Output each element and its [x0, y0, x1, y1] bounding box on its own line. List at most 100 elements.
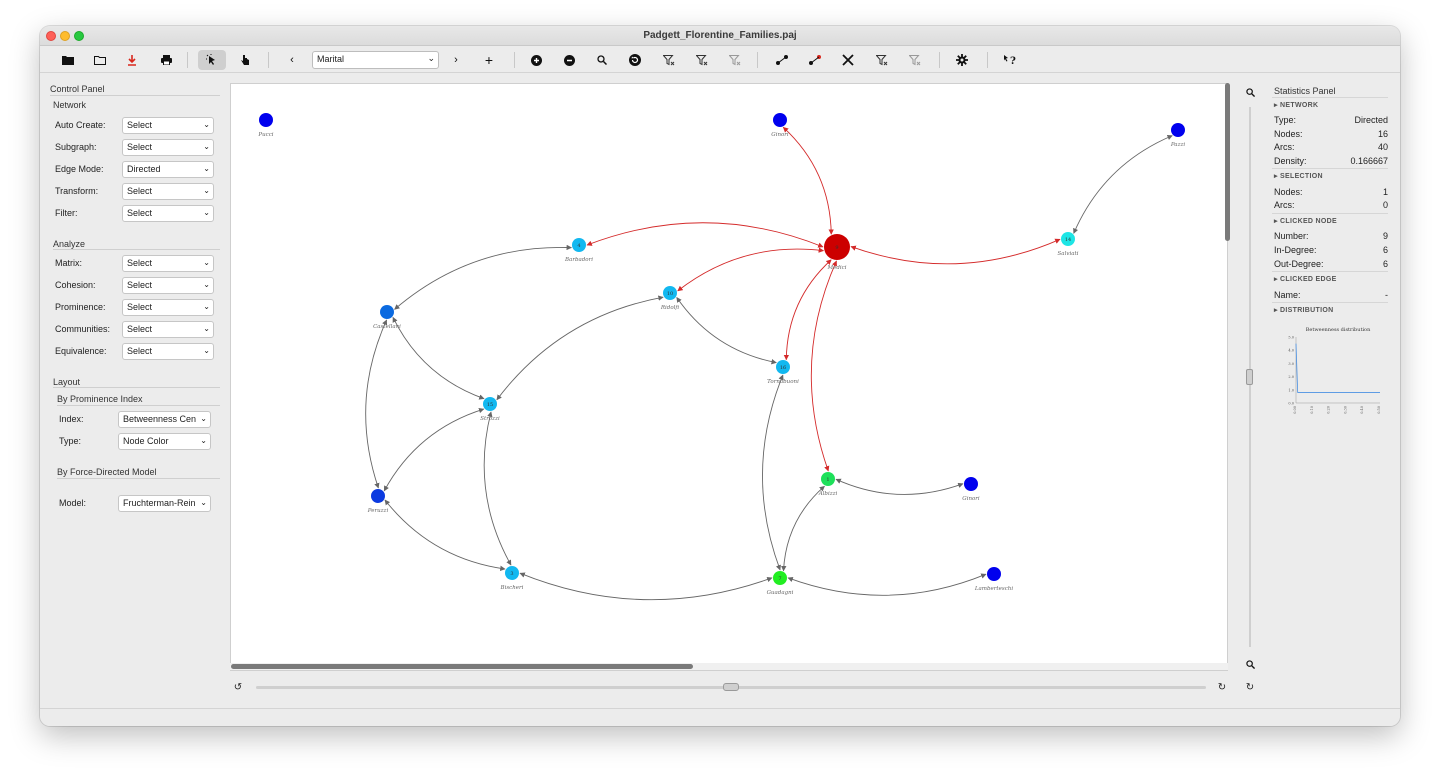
- chevron-down-icon: ⌄: [200, 414, 207, 423]
- graph-node[interactable]: Ginori: [771, 113, 789, 138]
- filter-icon[interactable]: [690, 50, 714, 70]
- open-folder-icon[interactable]: [88, 50, 112, 70]
- graph-edge[interactable]: [586, 222, 824, 248]
- print-icon[interactable]: [154, 50, 178, 70]
- graph-edge[interactable]: [835, 478, 964, 495]
- equivalence-select[interactable]: Select ⌄: [122, 343, 214, 360]
- rotate-left-icon[interactable]: ↺: [231, 680, 245, 694]
- graph-edge[interactable]: [1073, 135, 1173, 234]
- graph-edge[interactable]: [850, 238, 1061, 265]
- communities-select[interactable]: Select ⌄: [122, 321, 214, 338]
- model-select[interactable]: Fruchterman-Rein ⌄: [118, 495, 211, 512]
- graph-node[interactable]: 16 Tornabuoni: [767, 360, 799, 385]
- filter-icon[interactable]: [723, 50, 747, 70]
- search-icon[interactable]: [590, 50, 614, 70]
- graph-node[interactable]: 14 Salviati: [1058, 232, 1079, 257]
- graph-node-circle[interactable]: [1171, 123, 1185, 137]
- rotate-icon[interactable]: [623, 50, 647, 70]
- graph-edge[interactable]: [782, 126, 834, 235]
- graph-edge[interactable]: [383, 407, 485, 492]
- zoom-slider-knob[interactable]: [1246, 369, 1253, 385]
- canvas-vertical-scrollbar[interactable]: [1225, 83, 1231, 671]
- graph-canvas[interactable]: Pucci Ginori Pazzi 9 Medici 4 Barbadori 14 Salvi…: [230, 83, 1228, 671]
- relation-select[interactable]: Marital ⌄: [312, 51, 439, 69]
- graph-edge[interactable]: [365, 319, 388, 489]
- chevron-down-icon: ⌄: [203, 142, 210, 151]
- graph-node[interactable]: Pucci: [257, 113, 274, 138]
- matrix-select[interactable]: Select ⌄: [122, 255, 214, 272]
- prominence-select[interactable]: Select ⌄: [122, 299, 214, 316]
- filter-icon[interactable]: [870, 50, 894, 70]
- download-icon[interactable]: [120, 50, 144, 70]
- graph-edge[interactable]: [392, 316, 485, 400]
- canvas-horizontal-scrollbar[interactable]: [230, 663, 1228, 670]
- graph-node-circle[interactable]: [259, 113, 273, 127]
- filter-select[interactable]: Select ⌄: [122, 205, 214, 222]
- edge-icon[interactable]: [770, 50, 794, 70]
- chevron-left-icon[interactable]: ‹: [280, 50, 304, 70]
- graph-node[interactable]: Castellani: [373, 305, 401, 330]
- graph-edge[interactable]: [496, 295, 664, 401]
- subgraph-select[interactable]: Select ⌄: [122, 139, 214, 156]
- transform-select[interactable]: Select ⌄: [122, 183, 214, 200]
- filter-icon[interactable]: [903, 50, 927, 70]
- graph-edge[interactable]: [394, 244, 572, 310]
- type-select[interactable]: Node Color ⌄: [118, 433, 211, 450]
- graph-node[interactable]: 4 Barbadori: [564, 238, 593, 263]
- graph-node[interactable]: 3 Bischeri: [500, 566, 524, 591]
- selection-arcs-value: 0: [1382, 200, 1388, 210]
- vertical-scroll-thumb[interactable]: [1225, 83, 1230, 241]
- chevron-right-icon[interactable]: ›: [444, 50, 468, 70]
- graph-edge[interactable]: [519, 572, 773, 601]
- zoom-out-icon[interactable]: [557, 50, 581, 70]
- graph-node-number: 10: [667, 291, 673, 297]
- graph-edge[interactable]: [676, 296, 777, 365]
- graph-node[interactable]: 1 Albizzi: [818, 472, 838, 497]
- x-tick-label: 0.10: [1310, 406, 1314, 414]
- graph-node[interactable]: Peruzzi: [367, 489, 389, 514]
- zoom-in-icon[interactable]: [524, 50, 548, 70]
- equivalence-label: Equivalence:: [55, 346, 107, 356]
- graph-edge[interactable]: [677, 247, 825, 292]
- graph-node-circle[interactable]: [371, 489, 385, 503]
- hand-pointer-icon[interactable]: [233, 50, 257, 70]
- rotate-right-icon[interactable]: ↻: [1215, 680, 1229, 694]
- tools-icon[interactable]: [836, 50, 860, 70]
- plus-icon[interactable]: +: [477, 50, 501, 70]
- zoom-out-icon[interactable]: [1243, 657, 1257, 671]
- network-header: ▸ NETWORK: [1274, 102, 1319, 109]
- select-pointer-icon[interactable]: [198, 50, 226, 70]
- network-graph[interactable]: Pucci Ginori Pazzi 9 Medici 4 Barbadori 14 Salvi…: [231, 84, 1227, 670]
- graph-edge[interactable]: [384, 499, 506, 572]
- cohesion-select[interactable]: Select ⌄: [122, 277, 214, 294]
- rotate-icon[interactable]: ↻: [1243, 680, 1257, 694]
- graph-edge[interactable]: [762, 374, 784, 571]
- new-folder-icon[interactable]: [56, 50, 80, 70]
- graph-node[interactable]: 7 Guadagni: [767, 571, 794, 596]
- graph-edge[interactable]: [781, 485, 825, 572]
- filter-icon[interactable]: [657, 50, 681, 70]
- chevron-down-icon: ⌄: [203, 302, 210, 311]
- graph-node-circle[interactable]: [773, 113, 787, 127]
- graph-node-circle[interactable]: [987, 567, 1001, 581]
- rotation-slider-knob[interactable]: [723, 683, 739, 691]
- graph-node-circle[interactable]: [380, 305, 394, 319]
- edge-mode-select[interactable]: Directed ⌄: [122, 161, 214, 178]
- graph-edge[interactable]: [810, 260, 837, 472]
- graph-node[interactable]: Ginori: [962, 477, 980, 502]
- index-select[interactable]: Betweenness Cen ⌄: [118, 411, 211, 428]
- edge-icon[interactable]: [803, 50, 827, 70]
- graph-edge[interactable]: [787, 573, 987, 596]
- auto-create-select[interactable]: Select ⌄: [122, 117, 214, 134]
- graph-edge[interactable]: [783, 259, 832, 361]
- horizontal-scroll-thumb[interactable]: [231, 664, 693, 669]
- graph-node[interactable]: Lamberteschi: [974, 567, 1013, 592]
- graph-node-circle[interactable]: [964, 477, 978, 491]
- graph-node[interactable]: 9 Medici: [824, 234, 850, 271]
- graph-node[interactable]: 10 Ridolfi: [660, 286, 679, 311]
- equivalence-value: Select: [127, 346, 153, 356]
- help-icon[interactable]: ?: [998, 50, 1022, 70]
- graph-edge[interactable]: [483, 411, 512, 566]
- zoom-in-icon[interactable]: [1243, 85, 1257, 99]
- settings-icon[interactable]: [950, 50, 974, 70]
